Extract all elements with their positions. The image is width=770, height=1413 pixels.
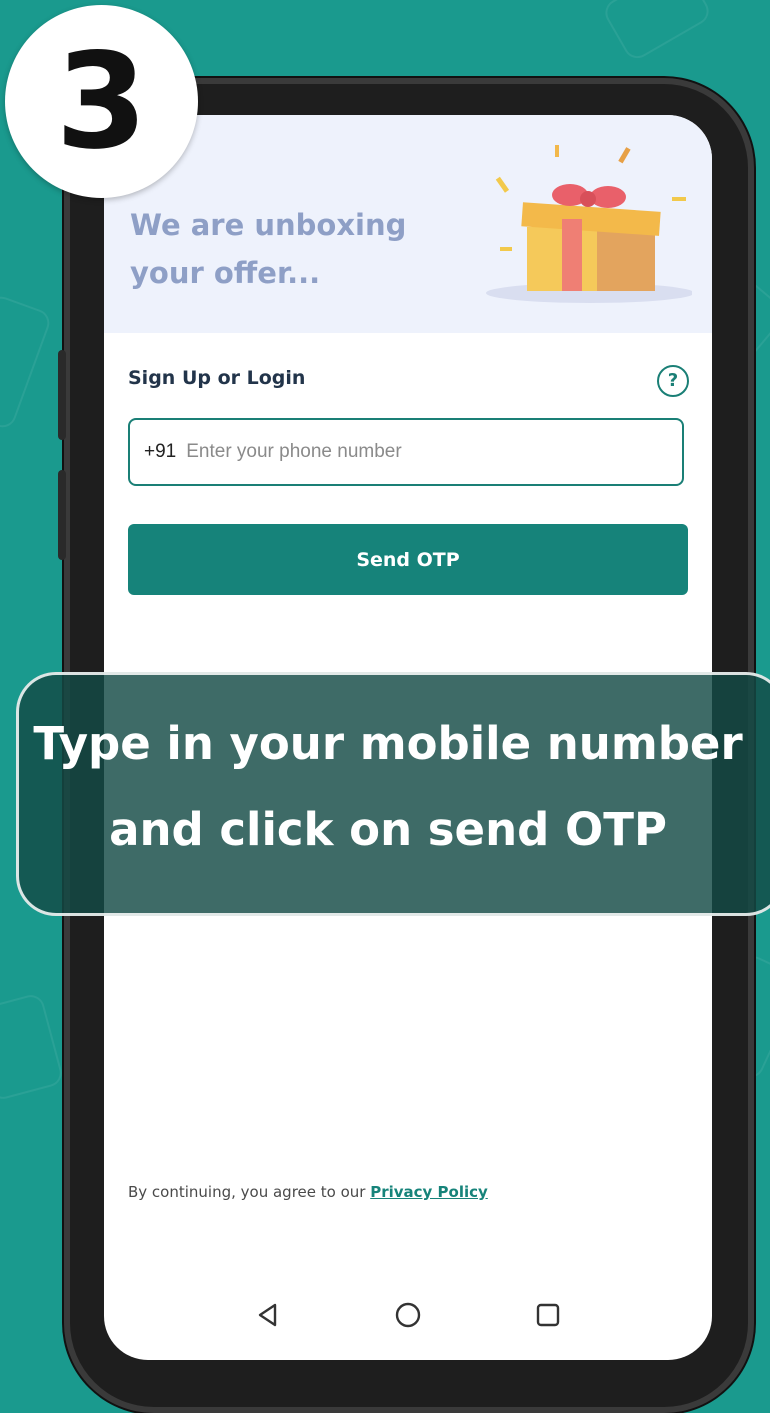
phone-number-input[interactable] <box>184 440 682 464</box>
phone-number-field[interactable]: +91 <box>128 418 684 486</box>
bg-shape <box>600 0 714 64</box>
gift-box-illustration <box>486 145 692 303</box>
phone-volume-down-button <box>58 470 66 560</box>
recents-button[interactable] <box>528 1295 568 1335</box>
step-number-badge: 3 <box>5 5 198 198</box>
offer-hero: We are unboxing your offer... <box>104 115 712 333</box>
send-otp-button[interactable]: Send OTP <box>128 524 688 595</box>
phone-volume-up-button <box>58 350 66 440</box>
country-code: +91 <box>144 441 177 462</box>
triangle-back-icon <box>258 1303 277 1327</box>
instruction-banner: Type in your mobile number and click on … <box>16 672 770 916</box>
circle-home-icon <box>395 1302 421 1328</box>
privacy-notice: By continuing, you agree to our Privacy … <box>128 1183 488 1201</box>
instruction-line1: Type in your mobile number <box>33 717 743 770</box>
hero-title-line2: your offer... <box>130 256 321 290</box>
privacy-notice-text: By continuing, you agree to our <box>128 1183 371 1201</box>
back-button[interactable] <box>248 1295 288 1335</box>
instruction-line2: and click on send OTP <box>109 803 667 856</box>
bg-shape <box>0 292 54 432</box>
hero-title-line1: We are unboxing <box>130 208 407 242</box>
privacy-policy-link[interactable]: Privacy Policy <box>370 1183 488 1201</box>
hero-title: We are unboxing your offer... <box>130 201 406 297</box>
home-button[interactable] <box>388 1295 428 1335</box>
question-circle-icon[interactable]: ? <box>657 365 689 397</box>
android-navigation-bar <box>104 1285 712 1345</box>
signup-heading: Sign Up or Login <box>128 367 306 389</box>
bg-shape <box>0 992 65 1102</box>
square-recents-icon <box>536 1303 560 1327</box>
